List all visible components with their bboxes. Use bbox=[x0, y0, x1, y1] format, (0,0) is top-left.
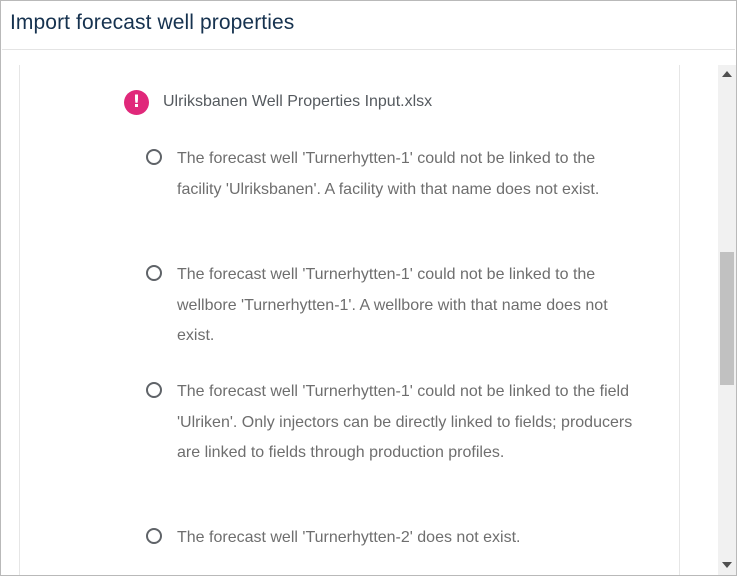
radio-button[interactable] bbox=[146, 528, 162, 544]
issue-text: The forecast well 'Turnerhytten-1' could… bbox=[177, 150, 600, 198]
scrollbar-thumb[interactable] bbox=[720, 252, 734, 385]
file-name: Ulriksbanen Well Properties Input.xlsx bbox=[163, 93, 433, 110]
scroll-down-arrow-icon[interactable] bbox=[722, 562, 732, 568]
issues-panel: ! Ulriksbanen Well Properties Input.xlsx… bbox=[19, 65, 680, 575]
radio-button[interactable] bbox=[146, 265, 162, 281]
import-dialog: Import forecast well properties ! Ulriks… bbox=[0, 0, 737, 576]
issue-text: The forecast well 'Turnerhytten-1' could… bbox=[177, 383, 633, 461]
radio-button[interactable] bbox=[146, 149, 162, 165]
title-divider bbox=[2, 49, 735, 50]
radio-button[interactable] bbox=[146, 382, 162, 398]
error-icon: ! bbox=[124, 89, 149, 115]
file-row: ! Ulriksbanen Well Properties Input.xlsx bbox=[124, 89, 432, 115]
issue-text: The forecast well 'Turnerhytten-1' could… bbox=[177, 266, 608, 344]
vertical-scrollbar[interactable] bbox=[718, 65, 736, 575]
dialog-title: Import forecast well properties bbox=[10, 11, 295, 34]
scroll-up-arrow-icon[interactable] bbox=[722, 71, 732, 77]
issue-text: The forecast well 'Turnerhytten-2' does … bbox=[177, 529, 521, 546]
